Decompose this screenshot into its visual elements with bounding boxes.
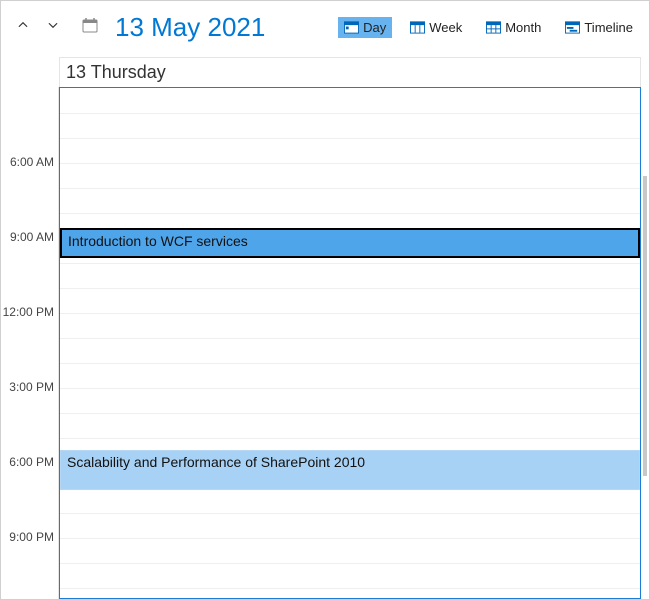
grid-line: [60, 413, 640, 414]
time-label: 3:00 PM: [9, 380, 54, 394]
view-month-button[interactable]: Month: [480, 17, 547, 38]
scrollbar[interactable]: [643, 176, 647, 476]
view-week-label: Week: [429, 20, 462, 35]
calendar-icon: [82, 17, 98, 38]
grid-line: [60, 588, 640, 589]
grid-line: [60, 313, 640, 314]
grid-line: [60, 363, 640, 364]
chevron-up-icon: [16, 18, 30, 37]
view-week-button[interactable]: Week: [404, 17, 468, 38]
view-switcher: Day Week: [338, 17, 639, 38]
grid-line: [60, 563, 640, 564]
appointment-title: Introduction to WCF services: [68, 233, 248, 249]
prev-button[interactable]: [11, 15, 35, 39]
grid-line: [60, 113, 640, 114]
time-label: 9:00 PM: [9, 530, 54, 544]
view-day-label: Day: [363, 20, 386, 35]
grid-line: [60, 188, 640, 189]
calendar-day-icon: [344, 20, 359, 34]
grid-line: [60, 288, 640, 289]
appointment[interactable]: Scalability and Performance of SharePoin…: [60, 450, 640, 490]
grid-line: [60, 388, 640, 389]
calendar-timeline-icon: [565, 20, 580, 34]
grid-line: [60, 538, 640, 539]
toolbar: 13 May 2021 Day Week: [1, 1, 649, 53]
view-month-label: Month: [505, 20, 541, 35]
grid-line: [60, 213, 640, 214]
appointment-selected[interactable]: Introduction to WCF services: [60, 228, 640, 258]
time-label: 6:00 AM: [10, 155, 54, 169]
grid-line: [60, 263, 640, 264]
grid-line: [60, 338, 640, 339]
day-grid[interactable]: Introduction to WCF services Scalability…: [59, 87, 641, 599]
grid-line: [60, 163, 640, 164]
grid-line: [60, 438, 640, 439]
appointment-title: Scalability and Performance of SharePoin…: [67, 454, 365, 470]
calendar-month-icon: [486, 20, 501, 34]
next-button[interactable]: [41, 15, 65, 39]
chevron-down-icon: [46, 18, 60, 37]
date-picker-button[interactable]: [81, 18, 99, 36]
time-label: 6:00 PM: [9, 455, 54, 469]
view-day-button[interactable]: Day: [338, 17, 392, 38]
day-header: 13 Thursday: [59, 57, 641, 87]
grid-line: [60, 513, 640, 514]
calendar-week-icon: [410, 20, 425, 34]
view-timeline-label: Timeline: [584, 20, 633, 35]
grid-line: [60, 138, 640, 139]
time-label: 9:00 AM: [10, 230, 54, 244]
day-header-label: 13 Thursday: [66, 62, 166, 83]
time-gutter: 6:00 AM 9:00 AM 12:00 PM 3:00 PM 6:00 PM…: [1, 87, 59, 599]
time-label: 12:00 PM: [3, 305, 54, 319]
current-date[interactable]: 13 May 2021: [115, 12, 265, 43]
view-timeline-button[interactable]: Timeline: [559, 17, 639, 38]
